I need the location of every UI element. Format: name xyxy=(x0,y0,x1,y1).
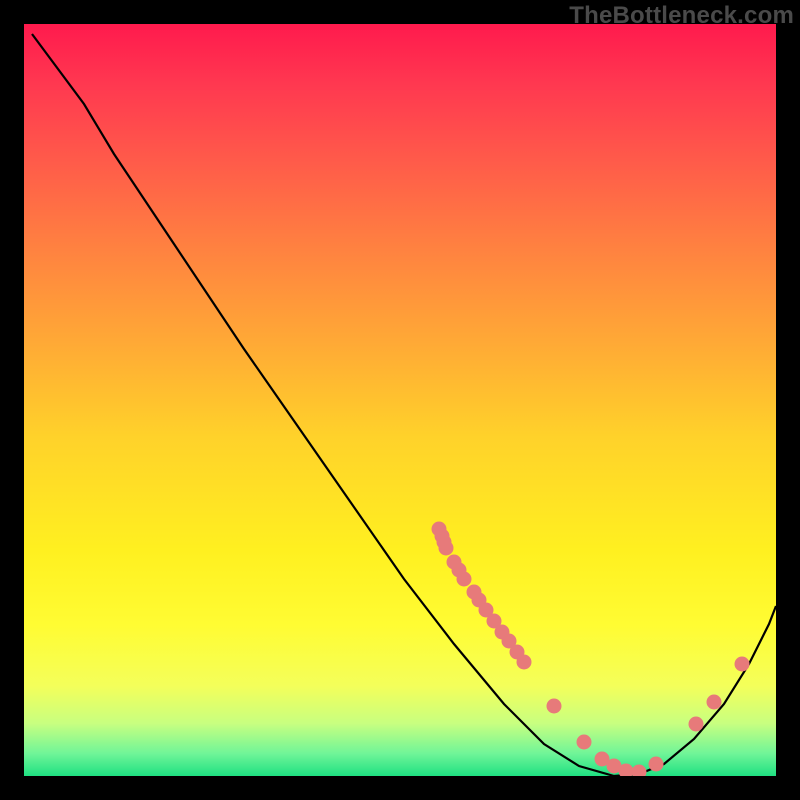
data-marker xyxy=(439,541,454,556)
data-marker xyxy=(547,699,562,714)
data-marker xyxy=(457,572,472,587)
data-marker xyxy=(707,695,722,710)
data-marker xyxy=(689,717,704,732)
chart-svg xyxy=(24,24,776,776)
chart-plot-area xyxy=(24,24,776,776)
data-marker xyxy=(517,655,532,670)
data-marker xyxy=(735,657,750,672)
bottleneck-curve xyxy=(32,34,776,776)
data-marker xyxy=(649,757,664,772)
watermark-text: TheBottleneck.com xyxy=(569,2,794,30)
data-markers xyxy=(432,522,750,777)
data-marker xyxy=(577,735,592,750)
data-marker xyxy=(632,765,647,777)
